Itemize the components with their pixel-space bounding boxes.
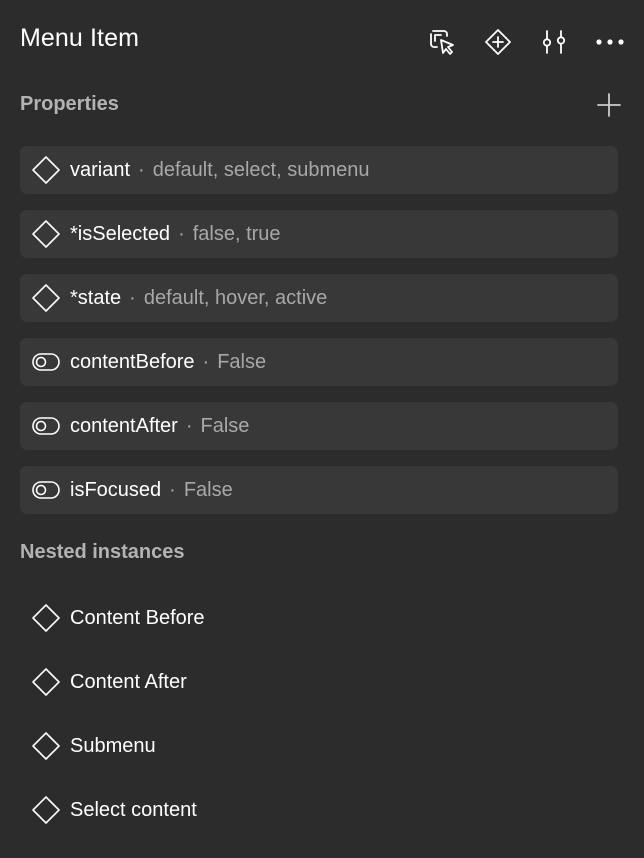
select-matching-layers-icon[interactable] bbox=[426, 26, 458, 58]
property-separator: · bbox=[129, 286, 136, 309]
adjust-sliders-icon[interactable] bbox=[538, 26, 570, 58]
nested-instance-label: Select content bbox=[70, 798, 197, 821]
property-row-state[interactable]: *state · default, hover, active bbox=[20, 274, 618, 322]
panel-title: Menu Item bbox=[20, 24, 140, 52]
plus-icon bbox=[596, 92, 622, 123]
property-name: isFocused bbox=[70, 478, 162, 501]
nested-instances-heading: Nested instances bbox=[20, 541, 185, 563]
nested-instance-label: Content After bbox=[70, 670, 187, 693]
nested-instance-select-content[interactable]: Select content bbox=[20, 786, 618, 834]
property-values: default, select, submenu bbox=[152, 158, 370, 181]
property-values: False bbox=[183, 478, 233, 501]
property-name: contentAfter bbox=[70, 414, 178, 437]
instance-diamond-icon bbox=[31, 795, 61, 825]
panel-header: Menu Item bbox=[0, 0, 644, 84]
property-values: False bbox=[217, 350, 267, 373]
variant-diamond-icon bbox=[31, 155, 61, 185]
property-separator: · bbox=[169, 478, 176, 501]
nested-instance-label: Submenu bbox=[70, 734, 156, 757]
property-values: default, hover, active bbox=[143, 286, 328, 309]
boolean-toggle-icon bbox=[31, 475, 61, 505]
nested-instance-label: Content Before bbox=[70, 606, 205, 629]
property-row-isfocused[interactable]: isFocused · False bbox=[20, 466, 618, 514]
nested-instance-content-after[interactable]: Content After bbox=[20, 658, 618, 706]
nested-instance-content-before[interactable]: Content Before bbox=[20, 594, 618, 642]
component-instance-icon[interactable] bbox=[482, 26, 514, 58]
property-values: false, true bbox=[192, 222, 281, 245]
property-row-contentafter[interactable]: contentAfter · False bbox=[20, 402, 618, 450]
property-row-variant[interactable]: variant · default, select, submenu bbox=[20, 146, 618, 194]
instance-diamond-icon bbox=[31, 667, 61, 697]
add-property-button[interactable] bbox=[592, 90, 626, 124]
instance-diamond-icon bbox=[31, 731, 61, 761]
instance-diamond-icon bbox=[31, 603, 61, 633]
property-row-isselected[interactable]: *isSelected · false, true bbox=[20, 210, 618, 258]
more-options-icon[interactable] bbox=[594, 26, 626, 58]
variant-diamond-icon bbox=[31, 219, 61, 249]
nested-instance-submenu[interactable]: Submenu bbox=[20, 722, 618, 770]
property-name: contentBefore bbox=[70, 350, 195, 373]
property-separator: · bbox=[178, 222, 185, 245]
properties-heading: Properties bbox=[20, 93, 119, 115]
property-name: variant bbox=[70, 158, 131, 181]
property-name: *state bbox=[70, 286, 122, 309]
boolean-toggle-icon bbox=[31, 347, 61, 377]
property-name: *isSelected bbox=[70, 222, 171, 245]
property-row-contentbefore[interactable]: contentBefore · False bbox=[20, 338, 618, 386]
variant-diamond-icon bbox=[31, 283, 61, 313]
boolean-toggle-icon bbox=[31, 411, 61, 441]
property-values: False bbox=[200, 414, 250, 437]
property-separator: · bbox=[185, 414, 193, 437]
property-separator: · bbox=[138, 158, 145, 181]
property-separator: · bbox=[202, 350, 210, 373]
